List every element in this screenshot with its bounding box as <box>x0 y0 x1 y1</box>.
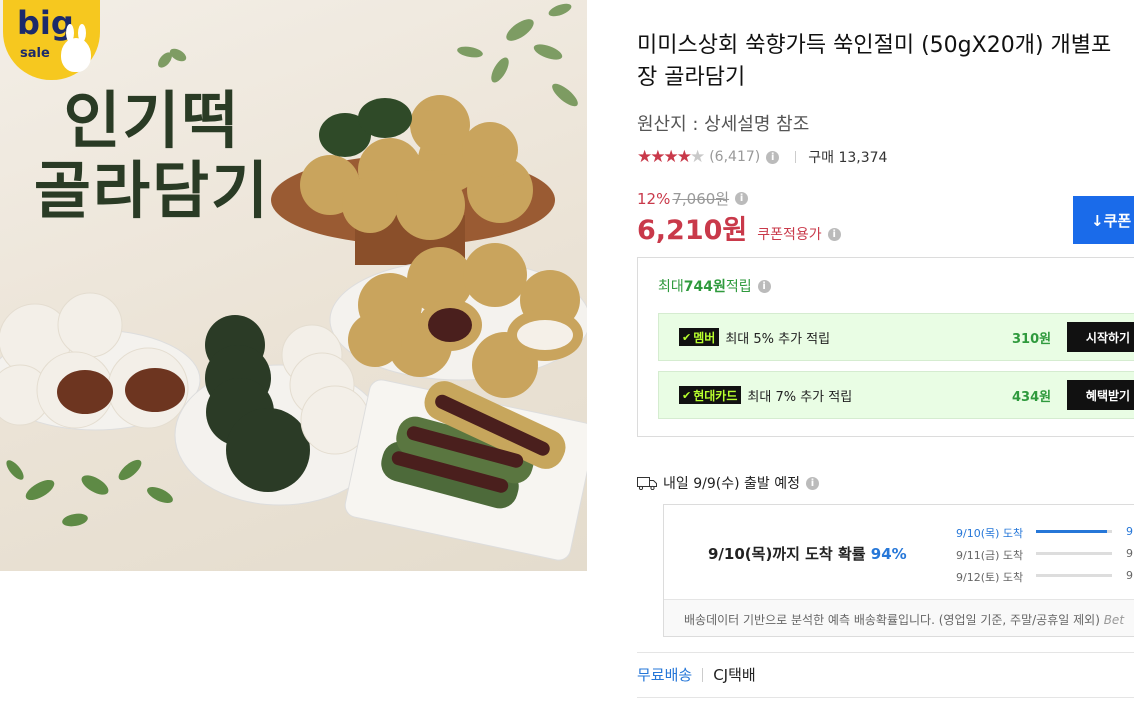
discount-percent: 12% <box>637 189 671 208</box>
probability-summary-prefix: 9/10(목)까지 도착 확률 <box>708 545 871 563</box>
coupon-price-note: 쿠폰적용가 i <box>757 224 841 244</box>
probability-note-text: 배송데이터 기반으로 분석한 예측 배송확률입니다. (영업일 기준, 주말/공… <box>684 613 1100 627</box>
review-count[interactable]: (6,417) <box>709 149 760 165</box>
coupon-note-label: 쿠폰적용가 <box>757 227 822 243</box>
sale-price: 6,210원 <box>637 215 748 246</box>
price-row: 6,210원 쿠폰적용가 i <box>637 208 841 247</box>
original-price: 7,060원 <box>672 190 730 208</box>
note-logo: Bet <box>1103 613 1125 627</box>
info-icon[interactable]: i <box>827 227 841 241</box>
coupon-download-button[interactable]: ↓쿠폰 <box>1073 196 1134 244</box>
star-rating[interactable]: ★★★★★ <box>637 147 705 167</box>
probability-bar <box>1036 574 1112 577</box>
divider <box>637 697 1134 698</box>
probability-bar <box>1036 530 1112 533</box>
stars-filled: ★★★★ <box>637 147 692 167</box>
card-tag: ✔ 현대카드 <box>679 386 742 404</box>
divider <box>702 667 704 682</box>
discount-row: 12% 7,060원 i <box>637 188 749 209</box>
probability-note: 배송데이터 기반으로 분석한 예측 배송확률입니다. (영업일 기준, 주말/공… <box>684 611 1124 628</box>
product-title: 미미스상회 쑥향가득 쑥인절미 (50gX20개) 개별포장 골라담기 <box>637 33 1112 90</box>
check-mark-icon: ✔ <box>682 388 692 402</box>
get-benefit-button[interactable]: 혜택받기 <box>1067 380 1134 410</box>
reward-box: 최대 744원 적립 i ✔ 멤버 최대 5% 추가 적립 310원 시작하기 ✔… <box>637 257 1134 437</box>
shipping-label: 내일 9/9(수) 출발 예정 <box>663 476 800 492</box>
probability-bar <box>1036 552 1112 555</box>
reward-row-card: ✔ 현대카드 최대 7% 추가 적립 434원 혜택받기 <box>658 371 1134 419</box>
reward-row-text: 최대 5% 추가 적립 <box>725 331 831 347</box>
probability-line: 9/11(금) 도착 9 <box>956 547 1133 563</box>
carrier-label: CJ택배 <box>713 666 756 684</box>
reward-head-suffix: 적립 <box>725 279 752 295</box>
info-icon[interactable]: i <box>805 476 819 490</box>
rating-row: ★★★★★ (6,417) i 구매 13,374 <box>637 147 887 167</box>
truck-icon <box>637 476 657 490</box>
probability-line: 9/12(토) 도착 9 <box>956 569 1133 585</box>
reward-header: 최대 744원 적립 i <box>658 276 771 296</box>
star-half: ★ <box>689 147 705 167</box>
reward-amount: 310원 <box>1012 331 1052 347</box>
probability-line-label: 9/10(목) 도착 <box>956 527 1024 540</box>
free-shipping-label: 무료배송 <box>637 666 693 684</box>
reward-head-amount: 744원 <box>683 279 726 295</box>
product-origin: 원산지 : 상세설명 참조 <box>637 114 810 135</box>
probability-line-label: 9/11(금) 도착 <box>956 549 1024 562</box>
probability-value: 9 <box>1126 569 1133 582</box>
probability-line-label: 9/12(토) 도착 <box>956 571 1024 584</box>
delivery-row: 무료배송 CJ택배 <box>637 664 756 685</box>
probability-panel: 9/10(목)까지 도착 확률 94% 9/10(목) 도착 9 9/11(금)… <box>664 505 1134 600</box>
member-tag: ✔ 멤버 <box>679 328 720 346</box>
info-icon[interactable]: i <box>766 150 780 164</box>
rice-cake-plates-illustration <box>0 3 587 561</box>
reward-row-text: 최대 7% 추가 적립 <box>747 389 853 405</box>
probability-value: 9 <box>1126 547 1133 560</box>
start-button[interactable]: 시작하기 <box>1067 322 1134 352</box>
info-icon[interactable]: i <box>735 192 749 205</box>
probability-value: 9 <box>1126 525 1133 538</box>
reward-row-member: ✔ 멤버 최대 5% 추가 적립 310원 시작하기 <box>658 313 1134 361</box>
reward-amount: 434원 <box>1012 389 1052 405</box>
shipping-row: 내일 9/9(수) 출발 예정 i <box>637 473 819 493</box>
divider <box>795 151 797 163</box>
purchase-count: 구매 13,374 <box>808 150 888 166</box>
probability-bar-fill <box>1036 530 1108 533</box>
divider <box>637 652 1134 653</box>
probability-summary-pct: 94% <box>870 545 907 563</box>
reward-head-prefix: 최대 <box>658 279 684 295</box>
member-tag-label: 멤버 <box>693 330 716 345</box>
product-image[interactable]: big sale 인기떡 골라담기 <box>0 0 587 571</box>
probability-summary: 9/10(목)까지 도착 확률 94% <box>708 543 907 564</box>
check-mark-icon: ✔ <box>682 330 692 344</box>
delivery-probability-box: 9/10(목)까지 도착 확률 94% 9/10(목) 도착 9 9/11(금)… <box>663 504 1134 637</box>
card-tag-label: 현대카드 <box>693 388 738 403</box>
info-icon[interactable]: i <box>757 279 771 293</box>
probability-line: 9/10(목) 도착 9 <box>956 525 1133 541</box>
